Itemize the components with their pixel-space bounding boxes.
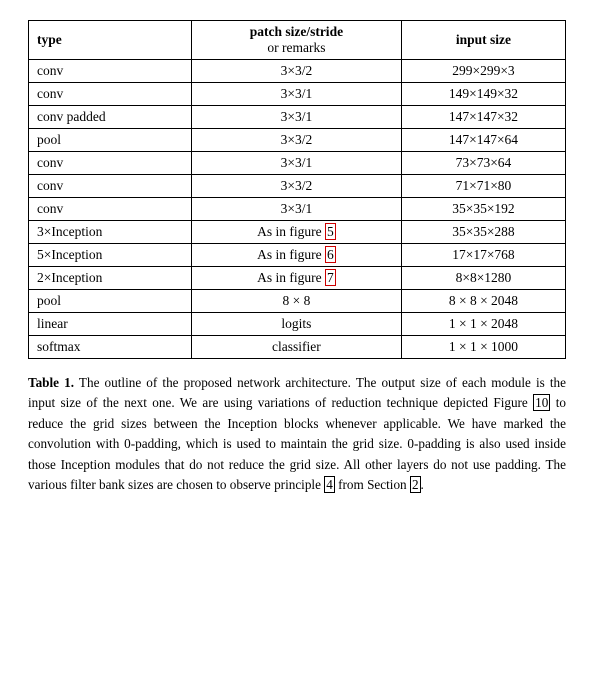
- cell-input: 35×35×192: [401, 198, 565, 221]
- col-patch-header: patch size/stride or remarks: [191, 21, 401, 60]
- cell-type: conv: [29, 152, 192, 175]
- cell-input: 149×149×32: [401, 83, 565, 106]
- table-row: 2×InceptionAs in figure 78×8×1280: [29, 267, 566, 290]
- caption-text-1: The outline of the proposed network arch…: [28, 375, 566, 410]
- col-input-header: input size: [401, 21, 565, 60]
- cell-patch: As in figure 5: [191, 221, 401, 244]
- patch-header-main: patch size/stride: [200, 24, 393, 40]
- cell-patch: As in figure 7: [191, 267, 401, 290]
- caption-text-3: from Section: [335, 477, 410, 492]
- caption-ref-2: 2: [410, 476, 421, 493]
- cell-patch: logits: [191, 313, 401, 336]
- cell-input: 35×35×288: [401, 221, 565, 244]
- cell-type: conv padded: [29, 106, 192, 129]
- cell-input: 17×17×768: [401, 244, 565, 267]
- table-row: 3×InceptionAs in figure 535×35×288: [29, 221, 566, 244]
- cell-type: linear: [29, 313, 192, 336]
- type-header-label: type: [37, 32, 62, 47]
- cell-patch: 3×3/1: [191, 106, 401, 129]
- cell-input: 1 × 1 × 1000: [401, 336, 565, 359]
- table-row: conv3×3/135×35×192: [29, 198, 566, 221]
- cell-patch: 3×3/1: [191, 83, 401, 106]
- cell-patch: 3×3/2: [191, 175, 401, 198]
- cell-input: 1 × 1 × 2048: [401, 313, 565, 336]
- cell-type: conv: [29, 175, 192, 198]
- cell-input: 8×8×1280: [401, 267, 565, 290]
- table-row: conv3×3/271×71×80: [29, 175, 566, 198]
- cell-input: 73×73×64: [401, 152, 565, 175]
- cell-type: conv: [29, 60, 192, 83]
- cell-patch: classifier: [191, 336, 401, 359]
- cell-patch: 3×3/1: [191, 152, 401, 175]
- cell-patch: 3×3/1: [191, 198, 401, 221]
- cell-type: 2×Inception: [29, 267, 192, 290]
- cell-patch: 8 × 8: [191, 290, 401, 313]
- cell-input: 147×147×64: [401, 129, 565, 152]
- table-row: pool8 × 88 × 8 × 2048: [29, 290, 566, 313]
- caption-label: Table 1.: [28, 375, 74, 390]
- table-row: conv padded3×3/1147×147×32: [29, 106, 566, 129]
- cell-type: 3×Inception: [29, 221, 192, 244]
- table-row: softmaxclassifier1 × 1 × 1000: [29, 336, 566, 359]
- caption-text-4: .: [421, 477, 424, 492]
- cell-input: 147×147×32: [401, 106, 565, 129]
- cell-input: 71×71×80: [401, 175, 565, 198]
- cell-type: pool: [29, 290, 192, 313]
- table-caption: Table 1. The outline of the proposed net…: [28, 373, 566, 496]
- cell-type: softmax: [29, 336, 192, 359]
- table-row: conv3×3/173×73×64: [29, 152, 566, 175]
- col-type-header: type: [29, 21, 192, 60]
- cell-type: 5×Inception: [29, 244, 192, 267]
- caption-ref-4: 4: [324, 476, 335, 493]
- cell-type: conv: [29, 83, 192, 106]
- input-header-label: input size: [456, 32, 511, 47]
- table-row: 5×InceptionAs in figure 617×17×768: [29, 244, 566, 267]
- cell-type: conv: [29, 198, 192, 221]
- cell-input: 299×299×3: [401, 60, 565, 83]
- table-row: conv3×3/2299×299×3: [29, 60, 566, 83]
- cell-patch: 3×3/2: [191, 60, 401, 83]
- cell-type: pool: [29, 129, 192, 152]
- cell-patch: 3×3/2: [191, 129, 401, 152]
- table-row: pool3×3/2147×147×64: [29, 129, 566, 152]
- patch-header-sub: or remarks: [200, 40, 393, 56]
- network-architecture-table: type patch size/stride or remarks input …: [28, 20, 566, 359]
- cell-input: 8 × 8 × 2048: [401, 290, 565, 313]
- table-row: linearlogits1 × 1 × 2048: [29, 313, 566, 336]
- caption-ref-10: 10: [533, 394, 550, 411]
- table-row: conv3×3/1149×149×32: [29, 83, 566, 106]
- cell-patch: As in figure 6: [191, 244, 401, 267]
